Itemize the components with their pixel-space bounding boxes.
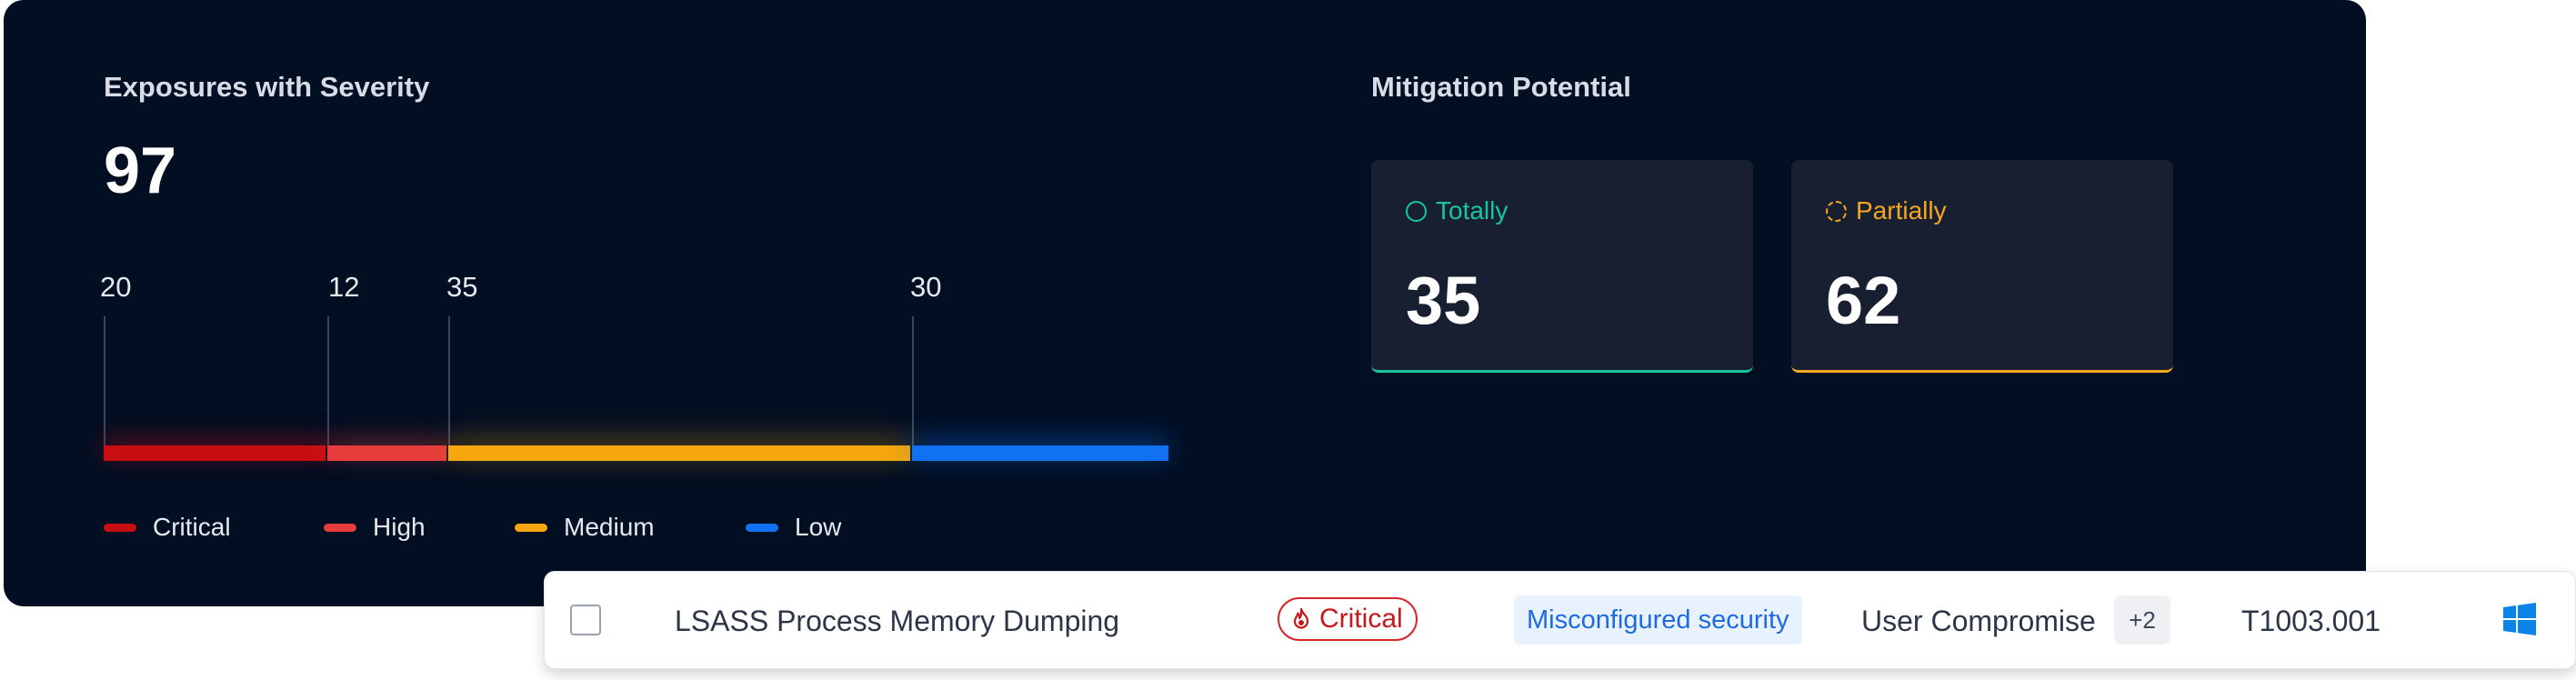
totally-value: 35 <box>1406 263 1481 338</box>
legend-critical-label: Critical <box>153 513 231 541</box>
flame-icon <box>1293 607 1309 629</box>
mitigation-title: Mitigation Potential <box>1371 71 1631 103</box>
low-count: 30 <box>910 271 942 303</box>
severity-bar-low[interactable] <box>912 445 1168 461</box>
high-count: 12 <box>328 271 360 303</box>
technique-id: T1003.001 <box>2241 605 2381 637</box>
severity-bar-medium[interactable] <box>448 445 910 461</box>
critical-count: 20 <box>100 271 132 303</box>
severity-badge-label: Critical <box>1319 604 1403 634</box>
severity-bar-high[interactable] <box>327 445 446 461</box>
severity-badge: Critical <box>1278 597 1418 641</box>
totally-label: Totally <box>1436 196 1509 225</box>
legend-medium-swatch <box>515 523 547 532</box>
low-marker-line <box>912 316 914 445</box>
legend-low-label: Low <box>795 513 842 541</box>
legend-critical: Critical <box>104 511 231 544</box>
legend-low-swatch <box>746 523 778 532</box>
legend-high: High <box>324 511 426 544</box>
partially-value: 62 <box>1826 263 1901 338</box>
dashed-circle-icon <box>1826 200 1847 222</box>
critical-marker-line <box>104 316 105 445</box>
windows-icon <box>2503 603 2536 635</box>
more-impacts-chip[interactable]: +2 <box>2114 595 2170 645</box>
high-marker-line <box>327 316 329 445</box>
exposure-table-row[interactable]: LSASS Process Memory Dumping Critical Mi… <box>544 571 2576 669</box>
legend-medium: Medium <box>515 511 655 544</box>
exposure-name[interactable]: LSASS Process Memory Dumping <box>675 606 1119 635</box>
circle-outline-icon <box>1406 200 1427 222</box>
mitigation-partially-card[interactable]: Partially 62 <box>1791 160 2173 373</box>
medium-count: 35 <box>446 271 478 303</box>
legend-medium-label: Medium <box>564 513 655 541</box>
exposures-total: 97 <box>104 135 177 207</box>
partially-label: Partially <box>1856 196 1947 225</box>
partially-label-row: Partially <box>1826 196 1947 225</box>
legend-low: Low <box>746 511 841 544</box>
mitigation-totally-card[interactable]: Totally 35 <box>1371 160 1753 373</box>
exposure-summary-panel: Exposures with Severity 97 20 12 35 30 C… <box>4 0 2366 606</box>
legend-high-label: High <box>373 513 426 541</box>
legend-high-swatch <box>324 523 356 532</box>
medium-marker-line <box>448 316 450 445</box>
totally-label-row: Totally <box>1406 196 1508 225</box>
legend-critical-swatch <box>104 523 136 532</box>
severity-bar-critical[interactable] <box>104 445 326 461</box>
impact-text: User Compromise <box>1861 605 2096 637</box>
category-tag: Misconfigured security <box>1514 595 1802 645</box>
exposures-title: Exposures with Severity <box>104 71 430 103</box>
row-select-checkbox[interactable] <box>570 605 601 635</box>
